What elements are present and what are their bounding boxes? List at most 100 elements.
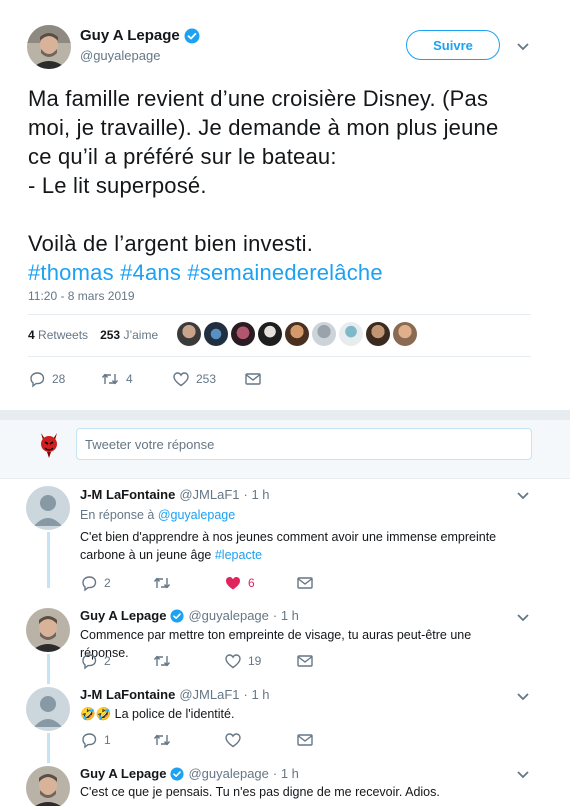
like-action[interactable]: 6 — [224, 574, 296, 592]
verified-badge-icon — [184, 28, 200, 43]
liker-avatar[interactable] — [285, 322, 309, 346]
like-action[interactable] — [224, 731, 296, 749]
reply-author-name[interactable]: Guy A Lepage — [80, 608, 166, 623]
reply-author-handle[interactable]: @guyalepage — [188, 766, 268, 781]
reply-action[interactable]: 2 — [80, 652, 152, 670]
reply-header: Guy A Lepage @guyalepage · 1 h — [80, 766, 299, 781]
retweet-action[interactable] — [152, 731, 224, 749]
message-action[interactable] — [296, 575, 314, 591]
reply-action[interactable]: 1 — [80, 731, 152, 749]
tweet-body: Ma famille revient d’une croisière Disne… — [28, 86, 499, 256]
reply-count: 2 — [104, 654, 111, 668]
message-action[interactable] — [296, 732, 314, 748]
retweet-action[interactable] — [152, 574, 224, 592]
tweet-stats: 4 Retweets 253 J’aime — [28, 328, 158, 342]
liker-avatar[interactable] — [366, 322, 390, 346]
chevron-down-icon[interactable] — [516, 491, 530, 501]
liker-avatar[interactable] — [393, 322, 417, 346]
reply-author-handle[interactable]: @guyalepage — [188, 608, 268, 623]
reply-author-handle[interactable]: @JMLaF1 — [179, 487, 239, 502]
reply-author-name[interactable]: Guy A Lepage — [80, 766, 166, 781]
reply-actions: 2 6 — [80, 574, 314, 592]
heart-icon — [173, 372, 189, 387]
reply-header: J-M LaFontaine @JMLaF1 · 1 h — [80, 487, 270, 502]
chevron-down-icon[interactable] — [516, 770, 530, 780]
reply-time[interactable]: · 1 h — [244, 687, 270, 702]
reply-avatar-default[interactable] — [26, 486, 70, 530]
like-count: 6 — [248, 576, 255, 590]
liker-avatar[interactable] — [177, 322, 201, 346]
reply-time[interactable]: · 1 h — [244, 487, 270, 502]
reply-header: J-M LaFontaine @JMLaF1 · 1 h — [80, 687, 270, 702]
like-action[interactable]: 19 — [224, 652, 296, 670]
divider — [28, 314, 531, 315]
liker-avatar[interactable] — [339, 322, 363, 346]
divider — [0, 478, 570, 479]
liker-avatar[interactable] — [231, 322, 255, 346]
reply-author-name[interactable]: J-M LaFontaine — [80, 487, 175, 502]
author-handle[interactable]: @guyalepage — [80, 48, 160, 63]
user-avatar-devil-icon[interactable] — [37, 430, 61, 460]
heart-filled-icon — [226, 577, 240, 590]
reply-count: 2 — [104, 576, 111, 590]
reply-action[interactable]: 28 — [28, 370, 100, 388]
message-action[interactable] — [296, 653, 314, 669]
thread-line — [47, 532, 50, 588]
verified-badge-icon — [170, 766, 185, 781]
chevron-down-icon[interactable] — [516, 613, 530, 623]
follow-button[interactable]: Suivre — [406, 30, 500, 60]
reply-avatar-guy[interactable] — [26, 608, 70, 652]
retweet-action[interactable]: 4 — [100, 370, 172, 388]
reply-time[interactable]: · 1 h — [273, 608, 299, 623]
reply-avatar-default[interactable] — [26, 687, 70, 731]
reply-text: C'et bien d'apprendre à nos jeunes comme… — [80, 530, 497, 562]
reply-context-handle[interactable]: @guyalepage — [158, 508, 235, 522]
main-tweet: Guy A Lepage @guyalepage Suivre Ma famil… — [0, 0, 570, 410]
reply-time[interactable]: · 1 h — [273, 766, 299, 781]
reply-text: 🤣🤣 La police de l'identité. — [80, 707, 235, 721]
author-name-text[interactable]: Guy A Lepage — [80, 27, 180, 44]
reply-count: 1 — [104, 733, 111, 747]
liker-avatar[interactable] — [258, 322, 282, 346]
message-action[interactable] — [244, 371, 262, 387]
like-count: 19 — [248, 654, 262, 668]
reply-action[interactable]: 2 — [80, 574, 152, 592]
author-name[interactable]: Guy A Lepage — [80, 27, 200, 44]
author-avatar[interactable] — [27, 25, 71, 69]
reply-author-name[interactable]: J-M LaFontaine — [80, 687, 175, 702]
reply-input[interactable] — [76, 428, 532, 460]
tweet-text: Ma famille revient d’une croisière Disne… — [28, 84, 528, 287]
liker-avatar[interactable] — [204, 322, 228, 346]
reply-actions: 2 19 — [80, 652, 314, 670]
reply-header: Guy A Lepage @guyalepage · 1 h — [80, 608, 299, 623]
likes-stat[interactable]: 253 J’aime — [100, 328, 158, 342]
envelope-icon — [245, 373, 261, 385]
reply-avatar-guy[interactable] — [26, 766, 70, 806]
retweets-stat[interactable]: 4 Retweets — [28, 328, 88, 342]
divider — [28, 356, 531, 357]
retweet-icon — [153, 734, 171, 746]
reply-icon — [82, 576, 97, 592]
envelope-icon — [297, 577, 313, 589]
thread-line — [47, 654, 50, 684]
heart-icon — [225, 733, 241, 748]
tweet-actions: 28 4 253 — [28, 370, 262, 388]
like-action[interactable]: 253 — [172, 370, 244, 388]
laughing-emoji-icon: 🤣🤣 — [80, 707, 112, 721]
like-count: 253 — [196, 372, 217, 386]
reply-icon — [30, 372, 45, 388]
thread-line — [47, 733, 50, 763]
reply-icon — [82, 733, 97, 749]
chevron-down-icon[interactable] — [516, 42, 530, 52]
reply-hashtag[interactable]: #lepacte — [215, 548, 262, 562]
envelope-icon — [297, 734, 313, 746]
reply-context: En réponse à @guyalepage — [80, 508, 236, 522]
retweet-icon — [101, 373, 119, 385]
chevron-down-icon[interactable] — [516, 692, 530, 702]
retweet-action[interactable] — [152, 652, 224, 670]
liker-avatar[interactable] — [312, 322, 336, 346]
tweet-timestamp[interactable]: 11:20 - 8 mars 2019 — [28, 289, 135, 303]
tweet-hashtags[interactable]: #thomas #4ans #semainederelâche — [28, 260, 383, 285]
retweet-icon — [153, 577, 171, 589]
reply-author-handle[interactable]: @JMLaF1 — [179, 687, 239, 702]
